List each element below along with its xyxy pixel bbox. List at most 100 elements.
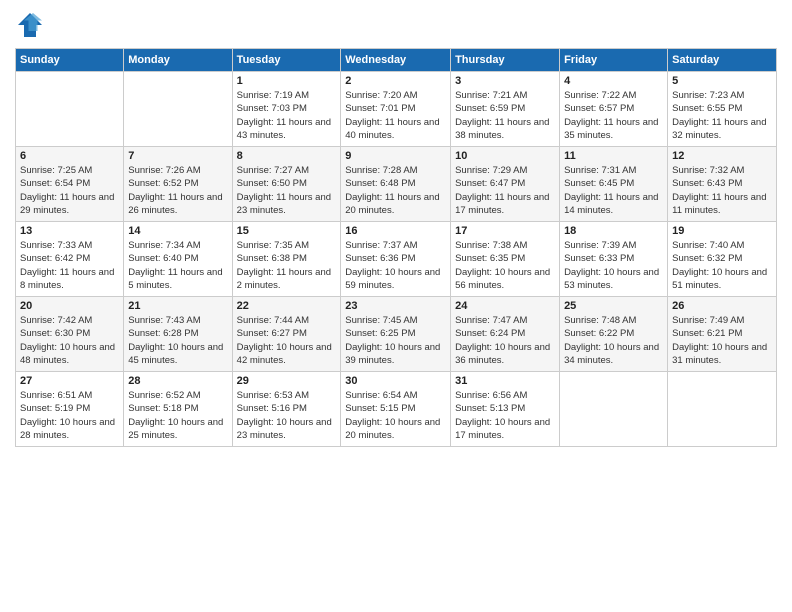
calendar-cell: 16 Sunrise: 7:37 AMSunset: 6:36 PMDayligh… bbox=[341, 222, 451, 297]
calendar-cell: 2 Sunrise: 7:20 AMSunset: 7:01 PMDaylight… bbox=[341, 72, 451, 147]
cell-info: Sunrise: 6:53 AMSunset: 5:16 PMDaylight:… bbox=[237, 389, 337, 442]
cell-info: Sunrise: 7:38 AMSunset: 6:35 PMDaylight:… bbox=[455, 239, 555, 292]
cell-day-number: 28 bbox=[128, 375, 227, 387]
cell-day-number: 24 bbox=[455, 300, 555, 312]
calendar-cell: 28 Sunrise: 6:52 AMSunset: 5:18 PMDayligh… bbox=[124, 372, 232, 447]
calendar-cell: 17 Sunrise: 7:38 AMSunset: 6:35 PMDayligh… bbox=[451, 222, 560, 297]
cell-info: Sunrise: 7:27 AMSunset: 6:50 PMDaylight:… bbox=[237, 164, 337, 217]
cell-day-number: 27 bbox=[20, 375, 119, 387]
calendar-cell: 31Sunrise: 6:56 AMSunset: 5:13 PMDayligh… bbox=[451, 372, 560, 447]
calendar-cell: 20 Sunrise: 7:42 AMSunset: 6:30 PMDayligh… bbox=[16, 297, 124, 372]
cell-info: Sunrise: 7:25 AMSunset: 6:54 PMDaylight:… bbox=[20, 164, 119, 217]
cell-info: Sunrise: 7:47 AMSunset: 6:24 PMDaylight:… bbox=[455, 314, 555, 367]
cell-info: Sunrise: 7:33 AMSunset: 6:42 PMDaylight:… bbox=[20, 239, 119, 292]
calendar-cell: 23 Sunrise: 7:45 AMSunset: 6:25 PMDayligh… bbox=[341, 297, 451, 372]
calendar-cell: 8 Sunrise: 7:27 AMSunset: 6:50 PMDaylight… bbox=[232, 147, 341, 222]
cell-day-number: 11 bbox=[564, 150, 663, 162]
cell-info: Sunrise: 7:31 AMSunset: 6:45 PMDaylight:… bbox=[564, 164, 663, 217]
day-header: Friday bbox=[560, 49, 668, 72]
cell-day-number: 12 bbox=[672, 150, 772, 162]
cell-info: Sunrise: 6:54 AMSunset: 5:15 PMDaylight:… bbox=[345, 389, 446, 442]
cell-info: Sunrise: 7:43 AMSunset: 6:28 PMDaylight:… bbox=[128, 314, 227, 367]
calendar-cell: 9Sunrise: 7:28 AMSunset: 6:48 PMDaylight… bbox=[341, 147, 451, 222]
cell-info: Sunrise: 7:32 AMSunset: 6:43 PMDaylight:… bbox=[672, 164, 772, 217]
cell-day-number: 20 bbox=[20, 300, 119, 312]
cell-day-number: 14 bbox=[128, 225, 227, 237]
cell-info: Sunrise: 7:20 AMSunset: 7:01 PMDaylight:… bbox=[345, 89, 446, 142]
cell-day-number: 25 bbox=[564, 300, 663, 312]
calendar-cell: 24 Sunrise: 7:47 AMSunset: 6:24 PMDayligh… bbox=[451, 297, 560, 372]
calendar-table: SundayMondayTuesdayWednesdayThursdayFrid… bbox=[15, 48, 777, 447]
cell-day-number: 13 bbox=[20, 225, 119, 237]
calendar-cell bbox=[124, 72, 232, 147]
calendar-cell: 19 Sunrise: 7:40 AMSunset: 6:32 PMDayligh… bbox=[668, 222, 777, 297]
calendar-cell: 13 Sunrise: 7:33 AMSunset: 6:42 PMDayligh… bbox=[16, 222, 124, 297]
cell-info: Sunrise: 7:39 AMSunset: 6:33 PMDaylight:… bbox=[564, 239, 663, 292]
cell-day-number: 4 bbox=[564, 75, 663, 87]
cell-day-number: 10 bbox=[455, 150, 555, 162]
day-header: Monday bbox=[124, 49, 232, 72]
calendar-cell: 11 Sunrise: 7:31 AMSunset: 6:45 PMDayligh… bbox=[560, 147, 668, 222]
cell-info: Sunrise: 7:48 AMSunset: 6:22 PMDaylight:… bbox=[564, 314, 663, 367]
cell-day-number: 8 bbox=[237, 150, 337, 162]
cell-day-number: 3 bbox=[455, 75, 555, 87]
cell-info: Sunrise: 7:19 AMSunset: 7:03 PMDaylight:… bbox=[237, 89, 337, 142]
day-header: Wednesday bbox=[341, 49, 451, 72]
calendar-cell: 15 Sunrise: 7:35 AMSunset: 6:38 PMDayligh… bbox=[232, 222, 341, 297]
cell-day-number: 15 bbox=[237, 225, 337, 237]
week-row: 13 Sunrise: 7:33 AMSunset: 6:42 PMDayligh… bbox=[16, 222, 777, 297]
day-header: Thursday bbox=[451, 49, 560, 72]
cell-info: Sunrise: 7:42 AMSunset: 6:30 PMDaylight:… bbox=[20, 314, 119, 367]
calendar-cell: 4 Sunrise: 7:22 AMSunset: 6:57 PMDaylight… bbox=[560, 72, 668, 147]
cell-info: Sunrise: 7:44 AMSunset: 6:27 PMDaylight:… bbox=[237, 314, 337, 367]
cell-day-number: 1 bbox=[237, 75, 337, 87]
calendar-cell: 30 Sunrise: 6:54 AMSunset: 5:15 PMDayligh… bbox=[341, 372, 451, 447]
cell-day-number: 30 bbox=[345, 375, 446, 387]
calendar-cell: 7Sunrise: 7:26 AMSunset: 6:52 PMDaylight… bbox=[124, 147, 232, 222]
cell-day-number: 19 bbox=[672, 225, 772, 237]
cell-day-number: 5 bbox=[672, 75, 772, 87]
cell-info: Sunrise: 7:35 AMSunset: 6:38 PMDaylight:… bbox=[237, 239, 337, 292]
header bbox=[15, 10, 777, 40]
cell-info: Sunrise: 7:23 AMSunset: 6:55 PMDaylight:… bbox=[672, 89, 772, 142]
cell-info: Sunrise: 7:34 AMSunset: 6:40 PMDaylight:… bbox=[128, 239, 227, 292]
calendar-cell: 25 Sunrise: 7:48 AMSunset: 6:22 PMDayligh… bbox=[560, 297, 668, 372]
cell-info: Sunrise: 7:45 AMSunset: 6:25 PMDaylight:… bbox=[345, 314, 446, 367]
calendar-cell: 3Sunrise: 7:21 AMSunset: 6:59 PMDaylight… bbox=[451, 72, 560, 147]
calendar-cell: 12 Sunrise: 7:32 AMSunset: 6:43 PMDayligh… bbox=[668, 147, 777, 222]
cell-info: Sunrise: 6:52 AMSunset: 5:18 PMDaylight:… bbox=[128, 389, 227, 442]
cell-day-number: 2 bbox=[345, 75, 446, 87]
calendar-cell: 5 Sunrise: 7:23 AMSunset: 6:55 PMDaylight… bbox=[668, 72, 777, 147]
cell-info: Sunrise: 6:51 AMSunset: 5:19 PMDaylight:… bbox=[20, 389, 119, 442]
week-row: 1 Sunrise: 7:19 AMSunset: 7:03 PMDaylight… bbox=[16, 72, 777, 147]
calendar-cell: 6Sunrise: 7:25 AMSunset: 6:54 PMDaylight… bbox=[16, 147, 124, 222]
calendar-cell: 22 Sunrise: 7:44 AMSunset: 6:27 PMDayligh… bbox=[232, 297, 341, 372]
cell-info: Sunrise: 7:26 AMSunset: 6:52 PMDaylight:… bbox=[128, 164, 227, 217]
calendar-cell: 10Sunrise: 7:29 AMSunset: 6:47 PMDayligh… bbox=[451, 147, 560, 222]
logo bbox=[15, 10, 49, 40]
cell-day-number: 23 bbox=[345, 300, 446, 312]
cell-day-number: 21 bbox=[128, 300, 227, 312]
header-row: SundayMondayTuesdayWednesdayThursdayFrid… bbox=[16, 49, 777, 72]
calendar-cell: 21 Sunrise: 7:43 AMSunset: 6:28 PMDayligh… bbox=[124, 297, 232, 372]
cell-info: Sunrise: 6:56 AMSunset: 5:13 PMDaylight:… bbox=[455, 389, 555, 442]
cell-day-number: 17 bbox=[455, 225, 555, 237]
calendar-cell: 1 Sunrise: 7:19 AMSunset: 7:03 PMDaylight… bbox=[232, 72, 341, 147]
cell-info: Sunrise: 7:40 AMSunset: 6:32 PMDaylight:… bbox=[672, 239, 772, 292]
calendar-cell bbox=[16, 72, 124, 147]
calendar-cell: 14 Sunrise: 7:34 AMSunset: 6:40 PMDayligh… bbox=[124, 222, 232, 297]
week-row: 6Sunrise: 7:25 AMSunset: 6:54 PMDaylight… bbox=[16, 147, 777, 222]
cell-info: Sunrise: 7:22 AMSunset: 6:57 PMDaylight:… bbox=[564, 89, 663, 142]
cell-day-number: 29 bbox=[237, 375, 337, 387]
calendar-cell: 27 Sunrise: 6:51 AMSunset: 5:19 PMDayligh… bbox=[16, 372, 124, 447]
cell-day-number: 16 bbox=[345, 225, 446, 237]
cell-day-number: 26 bbox=[672, 300, 772, 312]
cell-info: Sunrise: 7:28 AMSunset: 6:48 PMDaylight:… bbox=[345, 164, 446, 217]
cell-info: Sunrise: 7:49 AMSunset: 6:21 PMDaylight:… bbox=[672, 314, 772, 367]
day-header: Sunday bbox=[16, 49, 124, 72]
calendar-cell bbox=[668, 372, 777, 447]
cell-day-number: 18 bbox=[564, 225, 663, 237]
cell-day-number: 22 bbox=[237, 300, 337, 312]
cell-info: Sunrise: 7:37 AMSunset: 6:36 PMDaylight:… bbox=[345, 239, 446, 292]
calendar-cell: 18 Sunrise: 7:39 AMSunset: 6:33 PMDayligh… bbox=[560, 222, 668, 297]
